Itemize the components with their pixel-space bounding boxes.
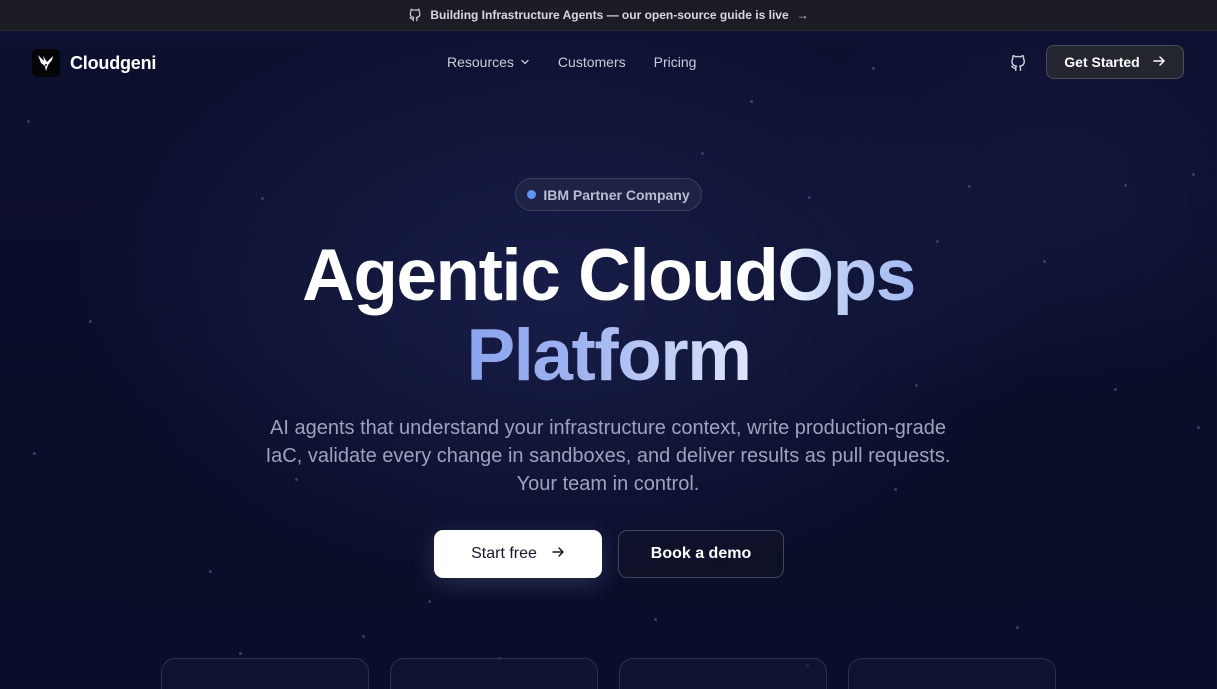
background-star	[654, 618, 657, 621]
status-dot-icon	[527, 190, 537, 199]
nav-link-pricing[interactable]: Pricing	[654, 54, 697, 70]
background-star	[1016, 626, 1019, 629]
feature-card[interactable]	[619, 658, 827, 689]
announcement-text: Building Infrastructure Agents — our ope…	[430, 8, 789, 22]
nav-link-label: Customers	[557, 54, 626, 70]
github-link[interactable]	[1009, 54, 1027, 72]
background-star	[1192, 173, 1195, 176]
background-star	[1197, 426, 1200, 429]
background-star	[808, 196, 811, 199]
hero-subtitle: AI agents that understand your infrastru…	[265, 417, 951, 495]
background-star	[33, 452, 36, 455]
book-demo-label: Book a demo	[650, 545, 752, 562]
start-free-button[interactable]: Start free	[434, 530, 602, 578]
background-star	[968, 185, 971, 188]
background-star	[750, 100, 753, 103]
github-icon	[408, 8, 422, 22]
background-star	[362, 635, 365, 638]
announcement-bar[interactable]: Building Infrastructure Agents — our ope…	[0, 0, 1217, 31]
nav-link-resources[interactable]: Resources	[447, 54, 530, 70]
background-star	[1124, 184, 1127, 187]
hummingbird-logo-icon	[32, 49, 60, 77]
brand-name: Cloudgeni	[70, 52, 157, 73]
headline-part-2: Ops	[777, 235, 916, 316]
arrow-right-icon	[551, 545, 565, 564]
feature-card[interactable]	[848, 658, 1056, 689]
partner-badge-text: IBM Partner Company	[543, 186, 690, 203]
background-star	[428, 600, 431, 603]
get-started-label: Get Started	[1064, 54, 1140, 70]
background-star	[261, 197, 264, 200]
headline-line-2: Platform	[466, 315, 752, 396]
arrow-right-icon: →	[796, 8, 809, 22]
book-demo-button[interactable]: Book a demo	[618, 530, 784, 578]
nav-link-customers[interactable]: Customers	[558, 54, 626, 70]
nav-links: Resources Customers Pricing	[447, 54, 696, 70]
headline-part-1: Agentic Cloud	[302, 235, 779, 316]
page: Building Infrastructure Agents — our ope…	[0, 0, 1217, 689]
start-free-label: Start free	[471, 545, 537, 562]
nav-link-label: Pricing	[653, 54, 697, 70]
background-star	[239, 652, 242, 655]
get-started-button[interactable]: Get Started	[1046, 45, 1184, 79]
background-star	[701, 152, 704, 155]
top-navigation: Cloudgeni Resources Customers Pricing Ge…	[0, 30, 1217, 96]
nav-link-label: Resources	[447, 54, 514, 70]
background-star	[209, 570, 212, 573]
partner-badge: IBM Partner Company	[515, 178, 702, 211]
feature-card[interactable]	[390, 658, 598, 689]
hero-headline: Agentic CloudOps Platform	[0, 236, 1217, 396]
feature-card[interactable]	[161, 658, 369, 689]
background-star	[27, 120, 30, 123]
arrow-right-icon	[1152, 54, 1166, 71]
brand-logo-link[interactable]: Cloudgeni	[32, 49, 156, 77]
github-icon	[1009, 55, 1027, 76]
chevron-down-icon	[520, 54, 530, 70]
